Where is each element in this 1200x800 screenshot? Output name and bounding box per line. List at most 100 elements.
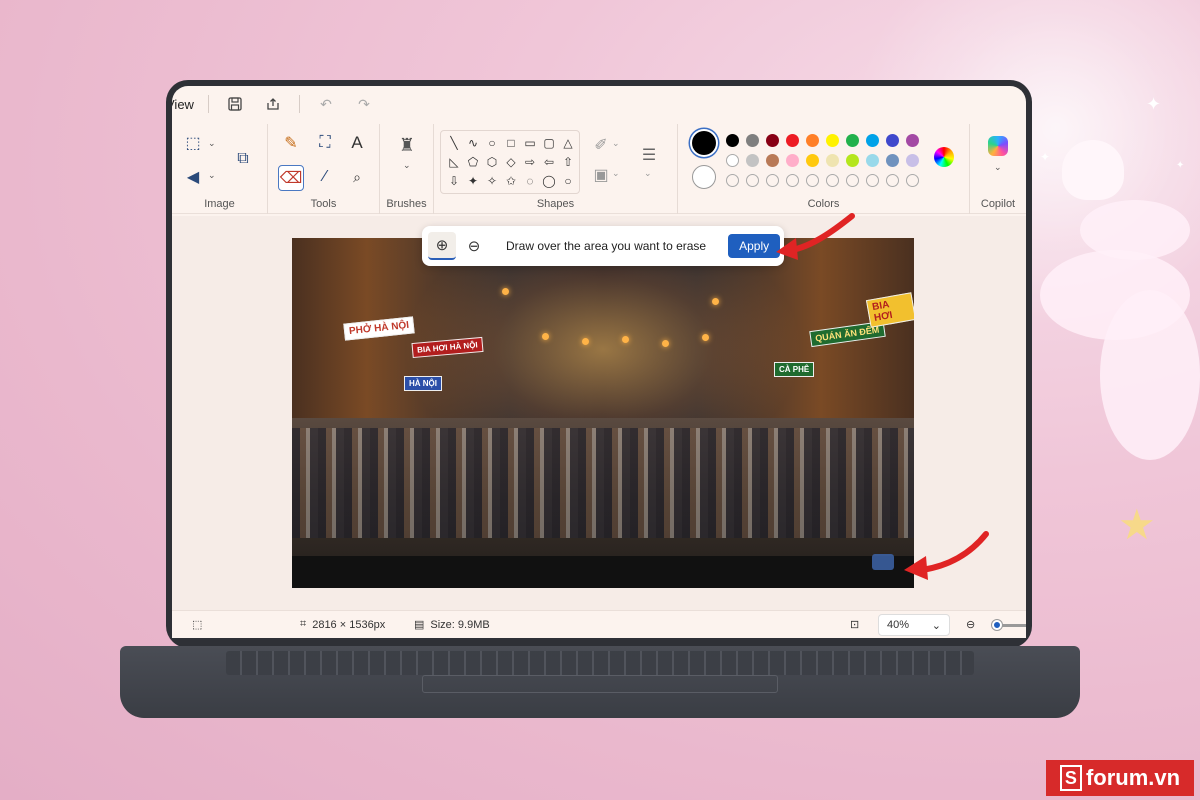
color-swatch[interactable] bbox=[726, 154, 739, 167]
image-resize-icon[interactable]: ⧉ bbox=[232, 148, 254, 170]
save-icon[interactable] bbox=[223, 92, 247, 116]
shape-option[interactable]: ∿ bbox=[464, 134, 482, 152]
shape-option[interactable]: □ bbox=[502, 134, 520, 152]
custom-color-slot[interactable] bbox=[886, 174, 899, 187]
color-swatch[interactable] bbox=[726, 134, 739, 147]
primary-color-swatch[interactable] bbox=[692, 131, 716, 155]
shape-option[interactable]: ✩ bbox=[502, 172, 520, 190]
color-swatch[interactable] bbox=[746, 134, 759, 147]
shape-option[interactable]: ○ bbox=[559, 172, 577, 190]
chevron-down-icon[interactable]: ⌄ bbox=[994, 162, 1002, 173]
color-swatch[interactable] bbox=[906, 134, 919, 147]
chevron-down-icon[interactable]: ⌄ bbox=[208, 138, 216, 149]
eraser-icon[interactable]: ⌫ bbox=[278, 165, 304, 191]
custom-color-slot[interactable] bbox=[766, 174, 779, 187]
shape-option[interactable]: ○ bbox=[483, 134, 501, 152]
custom-color-slot[interactable] bbox=[746, 174, 759, 187]
zoom-out-icon[interactable]: ⊖ bbox=[460, 232, 488, 260]
rotate-icon[interactable]: ◀ bbox=[182, 166, 204, 188]
zoom-out-icon[interactable]: ⊖ bbox=[966, 618, 975, 631]
color-swatch[interactable] bbox=[806, 154, 819, 167]
chevron-down-icon[interactable]: ⌄ bbox=[208, 170, 216, 181]
shape-option[interactable]: ⬠ bbox=[464, 153, 482, 171]
shape-option[interactable]: △ bbox=[559, 134, 577, 152]
color-swatch[interactable] bbox=[806, 134, 819, 147]
shape-option[interactable]: ⇨ bbox=[521, 153, 539, 171]
shape-option[interactable]: ◌ bbox=[521, 172, 539, 190]
custom-color-slot[interactable] bbox=[806, 174, 819, 187]
outline-icon[interactable]: ✐ bbox=[590, 134, 612, 156]
color-swatch[interactable] bbox=[886, 154, 899, 167]
zoom-dropdown[interactable]: 40% ⌄ bbox=[878, 614, 950, 636]
ribbon: ⬚ ⌄ ◀ ⌄ ⧉ Image ✎ ⛶ A ⌫ ⁄ ⌕ Tools ♜ ⌄ Br… bbox=[172, 124, 1026, 214]
title-separator bbox=[207, 95, 209, 113]
color-swatch[interactable] bbox=[886, 134, 899, 147]
redo-icon[interactable]: ↷ bbox=[352, 92, 376, 116]
select-icon[interactable]: ⬚ bbox=[182, 132, 204, 154]
canvas-image[interactable]: PHỞ HÀ NỘI QUÁN ĂN ĐÊM BIA HƠI CÀ PHÊ HÀ… bbox=[292, 238, 914, 588]
image-group: ⬚ ⌄ ◀ ⌄ ⧉ Image bbox=[172, 124, 268, 214]
shapes-gallery[interactable]: ╲ ∿ ○ □ ▭ ▢ △ ◺ ⬠ ⬡ ◇ ⇨ ⇦ ⇧ ⇩ ✦ ✧ ✩ ◌ ◯ ○ bbox=[440, 130, 580, 194]
zoom-in-icon[interactable]: ⊕ bbox=[428, 232, 456, 260]
fit-to-window-icon[interactable]: ⊡ bbox=[850, 618, 859, 631]
shape-option[interactable]: ✧ bbox=[483, 172, 501, 190]
shop-sign: CÀ PHÊ bbox=[774, 362, 815, 377]
undo-icon[interactable]: ↶ bbox=[314, 92, 338, 116]
selection-icon[interactable]: ⬚ bbox=[192, 618, 202, 631]
fill-icon[interactable]: ⛶ bbox=[314, 132, 336, 154]
color-swatch[interactable] bbox=[766, 154, 779, 167]
shape-option[interactable]: ⬡ bbox=[483, 153, 501, 171]
crop-icon: ⌗ bbox=[300, 618, 307, 630]
shape-option[interactable]: ◯ bbox=[540, 172, 558, 190]
custom-color-slot[interactable] bbox=[786, 174, 799, 187]
brush-icon[interactable]: ♜ bbox=[396, 134, 418, 156]
shape-option[interactable]: ◇ bbox=[502, 153, 520, 171]
color-swatch[interactable] bbox=[786, 134, 799, 147]
view-menu[interactable]: View bbox=[172, 97, 194, 112]
color-swatch[interactable] bbox=[906, 154, 919, 167]
color-swatch[interactable] bbox=[766, 134, 779, 147]
shape-option[interactable]: ▢ bbox=[540, 134, 558, 152]
color-swatch[interactable] bbox=[846, 134, 859, 147]
shape-option[interactable]: ⇩ bbox=[445, 172, 463, 190]
canvas-workspace: PHỞ HÀ NỘI QUÁN ĂN ĐÊM BIA HƠI CÀ PHÊ HÀ… bbox=[172, 216, 1026, 610]
shape-option[interactable]: ◺ bbox=[445, 153, 463, 171]
pencil-icon[interactable]: ✎ bbox=[280, 132, 302, 154]
shape-option[interactable]: ⇧ bbox=[559, 153, 577, 171]
shape-option[interactable]: ▭ bbox=[521, 134, 539, 152]
color-swatch[interactable] bbox=[846, 154, 859, 167]
text-icon[interactable]: A bbox=[346, 132, 368, 154]
custom-color-slot[interactable] bbox=[866, 174, 879, 187]
color-swatch[interactable] bbox=[826, 134, 839, 147]
image-group-label: Image bbox=[204, 198, 235, 210]
sparkle-icon: ✦ bbox=[1176, 160, 1185, 171]
color-swatch[interactable] bbox=[746, 154, 759, 167]
chevron-down-icon[interactable]: ⌄ bbox=[612, 168, 620, 179]
color-swatch[interactable] bbox=[866, 134, 879, 147]
custom-color-slot[interactable] bbox=[846, 174, 859, 187]
chevron-down-icon[interactable]: ⌄ bbox=[612, 138, 620, 149]
custom-color-slot[interactable] bbox=[906, 174, 919, 187]
shape-option[interactable]: ✦ bbox=[464, 172, 482, 190]
share-icon[interactable] bbox=[261, 92, 285, 116]
layers-icon[interactable]: ☰ bbox=[638, 144, 660, 166]
laptop-trackpad bbox=[422, 675, 778, 693]
color-swatch[interactable] bbox=[866, 154, 879, 167]
shape-option[interactable]: ╲ bbox=[445, 134, 463, 152]
chevron-down-icon[interactable]: ⌄ bbox=[644, 168, 652, 179]
chevron-down-icon[interactable]: ⌄ bbox=[403, 160, 411, 171]
color-picker-icon[interactable]: ⁄ bbox=[314, 166, 336, 188]
copilot-icon[interactable] bbox=[988, 136, 1008, 156]
custom-color-slot[interactable] bbox=[726, 174, 739, 187]
color-swatch[interactable] bbox=[826, 154, 839, 167]
brushes-group-label: Brushes bbox=[386, 198, 427, 210]
secondary-color-swatch[interactable] bbox=[692, 165, 716, 189]
shape-fill-icon[interactable]: ▣ bbox=[590, 164, 612, 186]
file-size-value: Size: 9.9MB bbox=[430, 618, 490, 631]
color-swatch[interactable] bbox=[786, 154, 799, 167]
zoom-slider-thumb[interactable] bbox=[992, 620, 1002, 630]
color-wheel-icon[interactable] bbox=[934, 147, 954, 167]
magnifier-icon[interactable]: ⌕ bbox=[346, 166, 368, 188]
custom-color-slot[interactable] bbox=[826, 174, 839, 187]
shape-option[interactable]: ⇦ bbox=[540, 153, 558, 171]
